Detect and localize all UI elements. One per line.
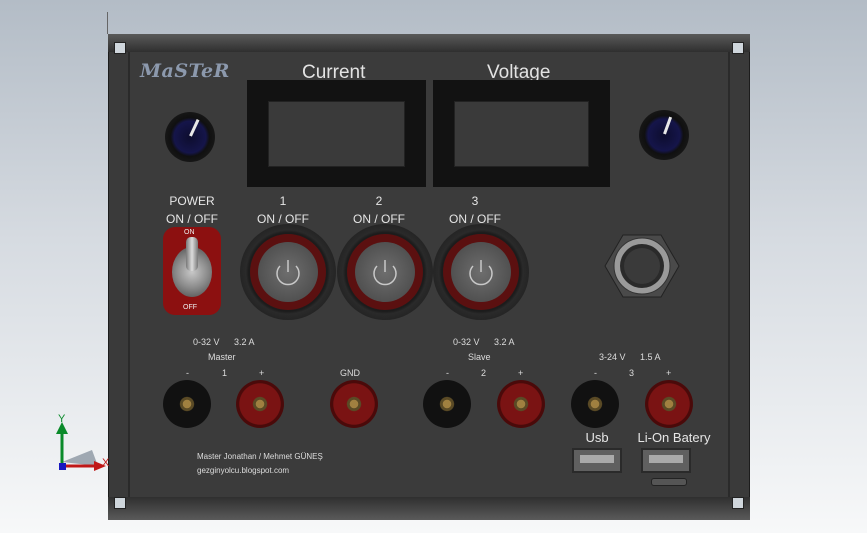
button-face <box>451 242 511 302</box>
output-2-button[interactable] <box>337 224 433 320</box>
output-3-button[interactable] <box>433 224 529 320</box>
knob-pointer <box>189 119 200 137</box>
master-spec-voltage: 0-32 V <box>193 337 220 347</box>
aux-positive-jack[interactable] <box>645 380 693 428</box>
master-plus: + <box>259 368 265 378</box>
button-face <box>355 242 415 302</box>
power-toggle-switch[interactable]: ON OFF <box>163 227 221 315</box>
gnd-jack[interactable] <box>330 380 378 428</box>
slave-negative-jack[interactable] <box>423 380 471 428</box>
button-ring <box>250 234 326 310</box>
slave-name: Slave <box>468 352 491 362</box>
current-display <box>247 80 426 187</box>
usb-label: Usb <box>585 430 609 445</box>
voltage-screen <box>454 101 589 167</box>
battery-usb-port[interactable] <box>641 448 691 473</box>
left-knob[interactable] <box>165 112 215 162</box>
voltage-display <box>433 80 610 187</box>
output-3-number: 3 <box>471 194 479 208</box>
master-positive-jack[interactable] <box>236 380 284 428</box>
output-1-button[interactable] <box>240 224 336 320</box>
slave-positive-jack[interactable] <box>497 380 545 428</box>
micro-usb-port[interactable] <box>651 478 687 486</box>
power-icon <box>373 260 397 286</box>
battery-label: Li-On Batery <box>637 430 711 445</box>
aux-plus: + <box>666 368 672 378</box>
button-ring <box>347 234 423 310</box>
corner-bracket <box>732 497 744 509</box>
usb-port-slot <box>580 455 614 463</box>
brand-logo: MaSTeR <box>140 60 230 82</box>
power-subtitle: ON / OFF <box>166 212 218 226</box>
output-2-number: 2 <box>375 194 383 208</box>
credits-site: gezginyolcu.blogspot.com <box>197 466 290 475</box>
axis-y-label: Y <box>58 413 66 425</box>
hex-connector <box>604 234 680 298</box>
usb-port[interactable] <box>572 448 622 473</box>
button-face <box>258 242 318 302</box>
slave-minus: - <box>446 368 449 378</box>
corner-bracket <box>114 497 126 509</box>
power-icon <box>469 260 493 286</box>
button-ring <box>443 234 519 310</box>
power-title: POWER <box>169 194 215 208</box>
master-number: 1 <box>222 368 228 378</box>
output-1-number: 1 <box>279 194 287 208</box>
aux-minus: - <box>594 368 597 378</box>
aux-number: 3 <box>629 368 635 378</box>
corner-bracket <box>732 42 744 54</box>
master-minus: - <box>186 368 189 378</box>
credits-authors: Master Jonathan / Mehmet GÜNEŞ <box>197 452 323 461</box>
gnd-label: GND <box>340 368 360 378</box>
axis-x-label: X <box>102 457 110 469</box>
aux-spec-current: 1.5 A <box>640 352 661 362</box>
aux-spec-voltage: 3-24 V <box>599 352 626 362</box>
master-negative-jack[interactable] <box>163 380 211 428</box>
aux-negative-jack[interactable] <box>571 380 619 428</box>
master-spec-current: 3.2 A <box>234 337 255 347</box>
enclosure-bottom-edge <box>108 497 750 520</box>
slave-spec-current: 3.2 A <box>494 337 515 347</box>
current-screen <box>268 101 405 167</box>
toggle-off-label: OFF <box>183 304 197 311</box>
master-name: Master <box>208 352 236 362</box>
right-knob[interactable] <box>639 110 689 160</box>
corner-bracket <box>114 42 126 54</box>
slave-number: 2 <box>481 368 487 378</box>
slave-plus: + <box>518 368 524 378</box>
power-icon <box>276 260 300 286</box>
slave-spec-voltage: 0-32 V <box>453 337 480 347</box>
usb-port-slot <box>649 455 683 463</box>
toggle-on-label: ON <box>184 229 195 236</box>
toggle-lever <box>186 237 198 271</box>
knob-pointer <box>663 116 673 135</box>
enclosure-top-edge <box>108 34 750 52</box>
axis-stub <box>107 12 108 34</box>
